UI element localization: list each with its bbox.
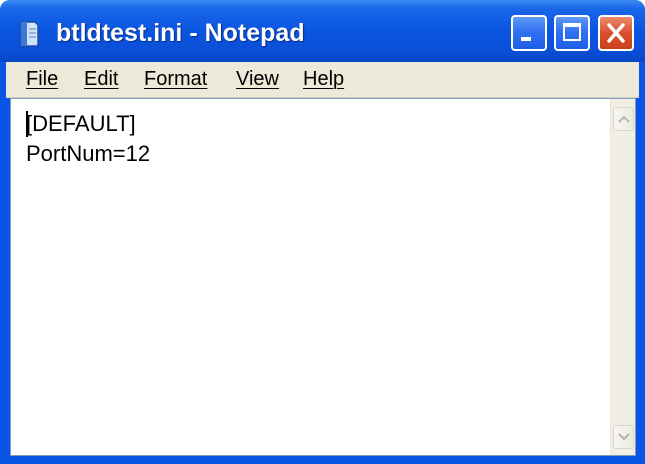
- editor-line: [DEFAULT]: [26, 111, 136, 136]
- maximize-icon: [563, 23, 581, 41]
- maximize-button[interactable]: [554, 15, 590, 51]
- menu-format[interactable]: Format: [144, 66, 207, 92]
- notepad-icon: [20, 21, 39, 47]
- minimize-button[interactable]: [511, 15, 547, 51]
- close-button[interactable]: [598, 15, 634, 51]
- scroll-down-arrow-icon: [618, 433, 630, 441]
- menu-help[interactable]: Help: [303, 66, 344, 92]
- close-icon: [607, 23, 625, 43]
- text-caret: [26, 111, 28, 137]
- editor-line: PortNum=12: [26, 141, 151, 166]
- editor-content[interactable]: [DEFAULT] PortNum=12: [26, 109, 601, 169]
- menu-edit[interactable]: Edit: [84, 66, 118, 92]
- vertical-scrollbar[interactable]: [610, 99, 635, 455]
- scroll-up-arrow-icon: [618, 115, 630, 123]
- menu-file[interactable]: File: [26, 66, 58, 92]
- notepad-window: btldtest.ini - Notepad File Edit Format …: [0, 0, 645, 464]
- menu-bar: File Edit Format View Help: [6, 62, 639, 98]
- scroll-down-button[interactable]: [613, 425, 634, 449]
- title-bar[interactable]: btldtest.ini - Notepad: [0, 0, 645, 62]
- scroll-up-button[interactable]: [613, 107, 634, 131]
- window-title: btldtest.ini - Notepad: [56, 19, 305, 47]
- menu-view[interactable]: View: [236, 66, 279, 92]
- minimize-icon: [521, 37, 531, 41]
- text-editor[interactable]: [DEFAULT] PortNum=12: [10, 98, 636, 456]
